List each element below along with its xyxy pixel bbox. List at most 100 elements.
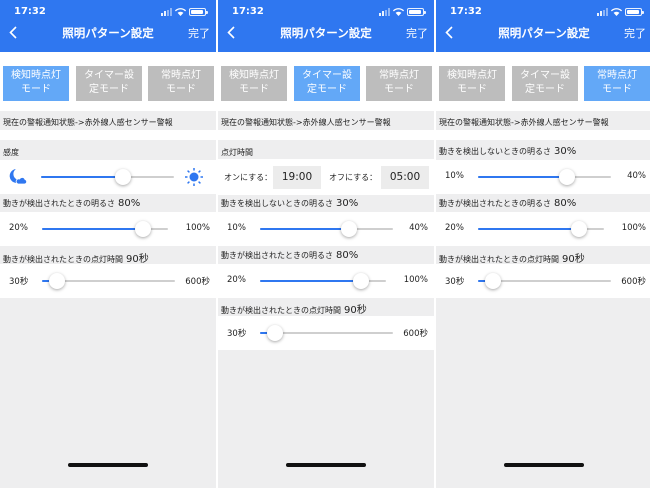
detected-brightness-slider[interactable] bbox=[478, 221, 604, 237]
on-time-label: オンにする： bbox=[224, 173, 273, 182]
home-indicator bbox=[68, 463, 148, 467]
on-duration-label: 動きが検出されたときの点灯時間 90秒 bbox=[439, 254, 585, 265]
slider-max-label: 600秒 bbox=[403, 329, 428, 339]
idle-brightness-slider[interactable] bbox=[260, 221, 393, 237]
slider-min-label: 10% bbox=[445, 171, 464, 181]
sensitivity-row bbox=[0, 160, 216, 194]
on-duration-value: 90秒 bbox=[344, 305, 367, 316]
night-icon bbox=[9, 169, 27, 185]
slider-thumb[interactable] bbox=[484, 273, 501, 289]
back-icon[interactable] bbox=[4, 22, 22, 42]
signal-icon bbox=[597, 8, 608, 16]
on-duration-slider[interactable] bbox=[478, 273, 611, 289]
slider-min-label: 30秒 bbox=[9, 277, 29, 287]
status-icons bbox=[597, 7, 644, 16]
slider-min-label: 30秒 bbox=[227, 329, 247, 339]
slider-thumb[interactable] bbox=[341, 221, 358, 237]
detected-brightness-slider[interactable] bbox=[260, 273, 386, 289]
settings-screen-motion-mode: 17:32 照明パターン設定 完了 検知時点灯 モード タイマー設 定モード 常時点… bbox=[0, 0, 216, 488]
detected-brightness-slider[interactable] bbox=[42, 221, 168, 237]
mode-button-always-on[interactable]: 常時点灯 モード bbox=[584, 66, 650, 101]
settings-screen-timer-mode: 17:32 照明パターン設定 完了 検知時点灯 モード タイマー設 定モード 常時点… bbox=[218, 0, 434, 488]
slider-min-label: 10% bbox=[227, 223, 246, 233]
slider-thumb[interactable] bbox=[266, 325, 283, 341]
spacer bbox=[218, 130, 434, 140]
back-icon[interactable] bbox=[222, 22, 240, 42]
idle-brightness-label: 動きを検出しないときの明るさ 30% bbox=[439, 146, 577, 157]
slider-max-label: 600秒 bbox=[185, 277, 210, 287]
status-time: 17:32 bbox=[450, 6, 482, 17]
detected-brightness-label: 動きが検出されたときの明るさ 80% bbox=[3, 198, 141, 209]
battery-icon bbox=[189, 8, 208, 16]
detected-brightness-value: 80% bbox=[336, 250, 359, 261]
signal-icon bbox=[379, 8, 390, 16]
slider-min-label: 30秒 bbox=[445, 277, 465, 287]
mode-selector: 検知時点灯 モード タイマー設 定モード 常時点灯 モード bbox=[436, 52, 650, 111]
detected-brightness-row: 20% 100% bbox=[218, 264, 434, 298]
sensitivity-slider[interactable] bbox=[41, 169, 174, 185]
slider-min-label: 20% bbox=[9, 223, 28, 233]
detected-brightness-row: 20% 100% bbox=[0, 212, 216, 246]
on-duration-row: 30秒 600秒 bbox=[218, 316, 434, 350]
alert-status-text: 現在の警報通知状態->赤外線人感センサー警報 bbox=[439, 118, 609, 127]
off-time-field[interactable]: 05:00 bbox=[381, 166, 429, 189]
idle-brightness-value: 30% bbox=[554, 146, 577, 157]
alert-status-text: 現在の警報通知状態->赤外線人感センサー警報 bbox=[3, 118, 173, 127]
on-duration-label: 動きが検出されたときの点灯時間 90秒 bbox=[221, 305, 367, 316]
done-button[interactable]: 完了 bbox=[624, 25, 646, 41]
mode-button-timer[interactable]: タイマー設 定モード bbox=[76, 66, 142, 101]
detected-brightness-row: 20% 100% bbox=[436, 212, 650, 246]
page-title: 照明パターン設定 bbox=[280, 26, 372, 40]
mode-button-timer[interactable]: タイマー設 定モード bbox=[294, 66, 360, 101]
mode-button-always-on[interactable]: 常時点灯 モード bbox=[366, 66, 432, 101]
signal-icon bbox=[161, 8, 172, 16]
slider-max-label: 40% bbox=[627, 171, 646, 181]
spacer bbox=[0, 130, 216, 140]
slider-thumb[interactable] bbox=[48, 273, 65, 289]
back-icon[interactable] bbox=[440, 22, 458, 42]
lighting-time-label: 点灯時間 bbox=[221, 148, 253, 157]
detected-brightness-label: 動きが検出されたときの明るさ 80% bbox=[221, 250, 359, 261]
on-time-field[interactable]: 19:00 bbox=[273, 166, 321, 189]
home-indicator bbox=[286, 463, 366, 467]
slider-min-label: 20% bbox=[445, 223, 464, 233]
spacer bbox=[436, 130, 650, 140]
wifi-icon bbox=[393, 8, 404, 16]
on-duration-slider[interactable] bbox=[42, 273, 175, 289]
mode-button-motion[interactable]: 検知時点灯 モード bbox=[221, 66, 287, 101]
mode-button-always-on[interactable]: 常時点灯 モード bbox=[148, 66, 214, 101]
idle-brightness-label: 動きを検出しないときの明るさ 30% bbox=[221, 198, 359, 209]
battery-icon bbox=[407, 8, 426, 16]
slider-thumb[interactable] bbox=[570, 221, 587, 237]
page-title: 照明パターン設定 bbox=[498, 26, 590, 40]
mode-button-motion[interactable]: 検知時点灯 モード bbox=[439, 66, 505, 101]
slider-max-label: 100% bbox=[403, 275, 428, 285]
on-duration-slider[interactable] bbox=[260, 325, 393, 341]
slider-min-label: 20% bbox=[227, 275, 246, 285]
wifi-icon bbox=[611, 8, 622, 16]
idle-brightness-slider[interactable] bbox=[478, 169, 611, 185]
status-time: 17:32 bbox=[232, 6, 264, 17]
nav-header: 17:32 照明パターン設定 完了 bbox=[436, 0, 650, 52]
sun-icon bbox=[185, 168, 203, 186]
alert-status-text: 現在の警報通知状態->赤外線人感センサー警報 bbox=[221, 118, 391, 127]
status-icons bbox=[379, 7, 426, 16]
slider-max-label: 100% bbox=[185, 223, 210, 233]
off-time-label: オフにする： bbox=[329, 173, 378, 182]
done-button[interactable]: 完了 bbox=[188, 25, 210, 41]
page-title: 照明パターン設定 bbox=[62, 26, 154, 40]
slider-thumb[interactable] bbox=[352, 273, 369, 289]
wifi-icon bbox=[175, 8, 186, 16]
slider-max-label: 100% bbox=[621, 223, 646, 233]
slider-thumb[interactable] bbox=[134, 221, 151, 237]
detected-brightness-value: 80% bbox=[554, 198, 577, 209]
mode-button-motion[interactable]: 検知時点灯 モード bbox=[3, 66, 69, 101]
idle-brightness-value: 30% bbox=[336, 198, 359, 209]
done-button[interactable]: 完了 bbox=[406, 25, 428, 41]
slider-thumb[interactable] bbox=[115, 169, 132, 185]
slider-max-label: 600秒 bbox=[621, 277, 646, 287]
slider-thumb[interactable] bbox=[559, 169, 576, 185]
mode-selector: 検知時点灯 モード タイマー設 定モード 常時点灯 モード bbox=[218, 52, 434, 111]
mode-button-timer[interactable]: タイマー設 定モード bbox=[512, 66, 578, 101]
mode-selector: 検知時点灯 モード タイマー設 定モード 常時点灯 モード bbox=[0, 52, 216, 111]
